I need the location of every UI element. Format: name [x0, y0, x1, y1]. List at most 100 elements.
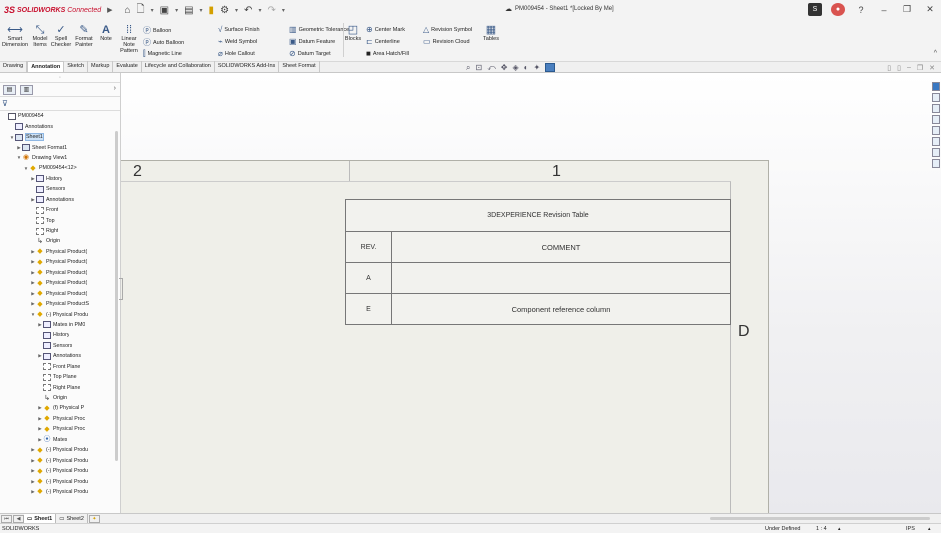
sheet-tab-1[interactable]: ▭ Sheet1: [24, 514, 57, 523]
solidworks-logo[interactable]: 3S SOLIDWORKS Connected: [4, 5, 101, 15]
revision-cell[interactable]: A: [345, 262, 392, 294]
datum-target-button[interactable]: ⊘ Datum Target: [289, 49, 331, 58]
tree-item[interactable]: ↳ Origin: [0, 393, 118, 403]
table-row[interactable]: E Component reference column: [345, 293, 731, 325]
tree-item[interactable]: Sensors: [0, 341, 118, 351]
revision-table-title[interactable]: 3DEXPERIENCE Revision Table: [345, 199, 731, 232]
tab-evaluate[interactable]: Evaluate: [113, 61, 142, 72]
datum-feature-button[interactable]: ▣ Datum Feature: [289, 37, 335, 46]
panel-grip-icon[interactable]: ◦: [0, 73, 120, 83]
tree-item[interactable]: Right Plane: [0, 382, 118, 392]
revision-table[interactable]: 3DEXPERIENCE Revision Table REV. COMMENT…: [345, 199, 731, 325]
tree-item[interactable]: ↳ Origin: [0, 236, 118, 246]
tree-item[interactable]: ▶ ◆ Physical Proc: [0, 424, 118, 434]
tab-sketch[interactable]: Sketch: [64, 61, 89, 72]
comment-column-header[interactable]: COMMENT: [391, 231, 731, 263]
area-hatch-fill-button[interactable]: ■ Area Hatch/Fill: [366, 49, 409, 58]
resources-task-icon[interactable]: [932, 93, 940, 102]
doc-restore-icon[interactable]: ❐: [917, 64, 923, 72]
tree-item[interactable]: Annotations: [0, 121, 118, 131]
comment-cell[interactable]: Component reference column: [391, 293, 731, 325]
tree-item[interactable]: ▶ Sheet Format1: [0, 142, 118, 152]
tree-item[interactable]: ▶ ◆ Physical Product(: [0, 288, 118, 298]
status-units[interactable]: IPS: [906, 526, 915, 532]
panel-splitter-grip[interactable]: [119, 278, 123, 300]
design-library-task-icon[interactable]: [932, 104, 940, 113]
horizontal-scrollbar[interactable]: [710, 517, 930, 520]
property-manager-tab-icon[interactable]: ▥: [20, 84, 33, 95]
tree-item[interactable]: ▶ ◆ Physical Product(: [0, 257, 118, 267]
tree-item[interactable]: ▶ ◆ Physical Product(: [0, 278, 118, 288]
sheet-tab-2[interactable]: ▭ Sheet2: [56, 514, 88, 523]
geometric-tolerance-button[interactable]: ▥ Geometric Tolerance: [289, 25, 349, 34]
model-items-button[interactable]: ⤡ Model Items: [31, 24, 49, 48]
tree-item[interactable]: Sensors: [0, 184, 118, 194]
spell-checker-button[interactable]: ✓ Spell Checker: [51, 24, 71, 48]
open-dropdown-icon[interactable]: ▾: [175, 7, 178, 14]
balloon-button[interactable]: ⓟ Balloon: [143, 25, 171, 36]
tree-item[interactable]: ▶ ◆ (-) Physical Produ: [0, 476, 118, 486]
tab-drawing[interactable]: Drawing: [0, 61, 28, 72]
tree-item[interactable]: ▶ Mates in PM0: [0, 320, 118, 330]
previous-view-icon[interactable]: ⤺: [487, 63, 496, 73]
tree-item[interactable]: ▶ ◆ Physical Product(: [0, 268, 118, 278]
custom-properties-task-icon[interactable]: [932, 148, 940, 157]
comment-cell[interactable]: [391, 262, 731, 294]
tab-solidworks-addins[interactable]: SOLIDWORKS Add-Ins: [215, 61, 280, 72]
tree-item[interactable]: ▶ ◆ Physical Proc: [0, 414, 118, 424]
close-icon[interactable]: ✕: [923, 3, 937, 16]
revision-cell[interactable]: E: [345, 293, 392, 325]
tree-item[interactable]: ▶ Annotations: [0, 351, 118, 361]
auto-balloon-button[interactable]: ⓟ Auto Balloon: [143, 37, 184, 48]
tree-item[interactable]: ▶ ◆ (-) Physical Produ: [0, 466, 118, 476]
tree-item[interactable]: ▶ ◆ (-) Physical Produ: [0, 455, 118, 465]
save-icon[interactable]: ▤: [184, 5, 193, 16]
options-icon[interactable]: ⚙: [220, 5, 229, 16]
tree-item[interactable]: ▼ ◆ (-) Physical Produ: [0, 309, 118, 319]
status-sheet-scale[interactable]: 1 : 4: [816, 526, 827, 532]
solidworks-forum-task-icon[interactable]: [932, 159, 940, 168]
weld-symbol-button[interactable]: ⌁ Weld Symbol: [218, 37, 257, 46]
ribbon-collapse-icon[interactable]: ^: [934, 50, 937, 57]
3dexperience-task-icon[interactable]: [932, 82, 940, 91]
tree-item[interactable]: Front Plane: [0, 362, 118, 372]
add-sheet-icon[interactable]: ✦: [88, 514, 100, 523]
tree-item[interactable]: ▼ ◉ Drawing View1: [0, 153, 118, 163]
tree-item[interactable]: History: [0, 330, 118, 340]
tree-scrollbar[interactable]: [115, 131, 118, 461]
tree-item[interactable]: ▶ Annotations: [0, 195, 118, 205]
tree-item[interactable]: Front: [0, 205, 118, 215]
drawing-sheet[interactable]: 2 1 3DEXPERIENCE Revision Table REV. COM…: [121, 160, 769, 521]
tree-item[interactable]: ▶ History: [0, 174, 118, 184]
first-sheet-icon[interactable]: ⏮: [1, 514, 12, 523]
doc-minimize-icon[interactable]: –: [907, 64, 911, 71]
print-icon[interactable]: ▮: [209, 5, 215, 16]
doc-close-icon[interactable]: ✕: [929, 64, 935, 72]
zoom-area-icon[interactable]: ⊡: [475, 63, 482, 72]
display-pane-icon[interactable]: [545, 63, 556, 72]
tab-lifecycle-collaboration[interactable]: Lifecycle and Collaboration: [142, 61, 215, 72]
feature-manager-tab-icon[interactable]: ▤: [3, 84, 16, 95]
tree-item[interactable]: Top Plane: [0, 372, 118, 382]
surface-finish-button[interactable]: √ Surface Finish: [218, 25, 260, 34]
save-dropdown-icon[interactable]: ▾: [200, 7, 203, 14]
tree-item[interactable]: ▼ Sheet1: [0, 132, 118, 142]
tree-item[interactable]: ▶ ◆ (-) Physical Produ: [0, 487, 118, 497]
filter-icon[interactable]: ⊽: [0, 97, 120, 111]
hole-callout-button[interactable]: ⌀ Hole Callout: [218, 49, 255, 58]
centerline-button[interactable]: ⊏ Centerline: [366, 37, 400, 46]
new-dropdown-icon[interactable]: ▾: [151, 7, 154, 14]
tab-annotation[interactable]: Annotation: [27, 61, 65, 72]
user-avatar[interactable]: ●: [831, 3, 845, 16]
appearances-task-icon[interactable]: [932, 137, 940, 146]
hide-show-icon[interactable]: ◐: [524, 63, 529, 72]
tab-sheet-format[interactable]: Sheet Format: [279, 61, 320, 72]
redo-dropdown-icon[interactable]: ▾: [282, 7, 285, 14]
units-dropdown-icon[interactable]: ▴: [928, 526, 931, 532]
smart-dimension-button[interactable]: ⟷ Smart Dimension: [2, 24, 28, 48]
revision-column-header[interactable]: REV.: [345, 231, 392, 263]
view-palette-task-icon[interactable]: [932, 126, 940, 135]
magnetic-line-button[interactable]: ⫿ Magnetic Line: [143, 49, 182, 59]
linear-note-pattern-button[interactable]: ⁞⁞ Linear Note Pattern: [117, 24, 141, 54]
tree-item[interactable]: PM009454: [0, 111, 118, 121]
